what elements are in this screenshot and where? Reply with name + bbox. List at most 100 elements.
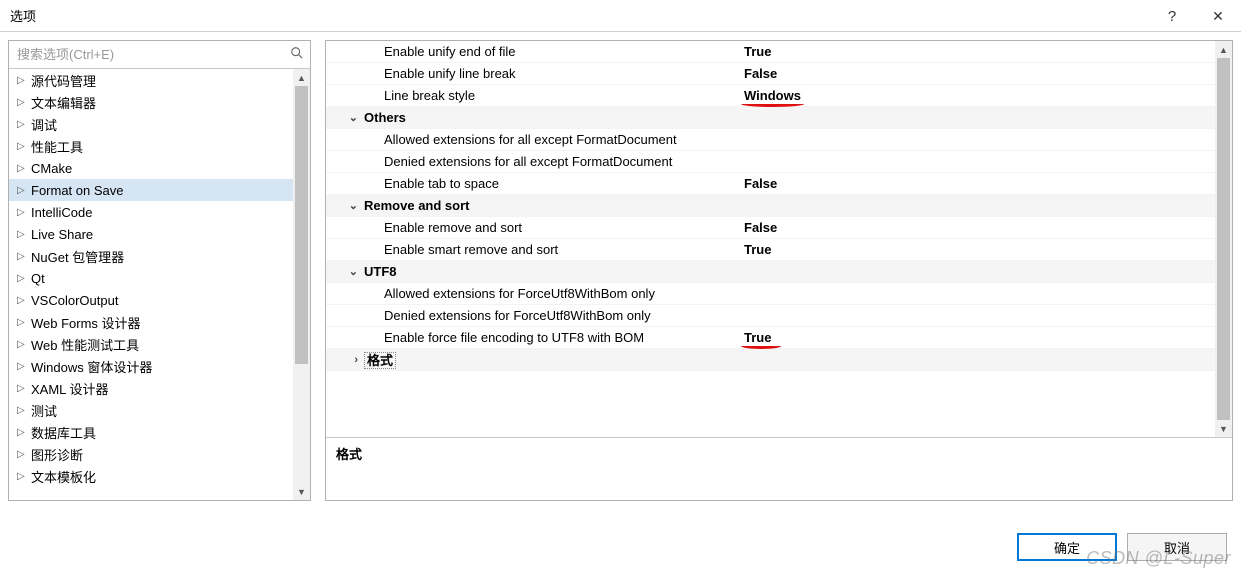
- property-grid[interactable]: Enable unify end of fileTrueEnable unify…: [326, 41, 1215, 437]
- property-row[interactable]: Enable force file encoding to UTF8 with …: [326, 327, 1215, 349]
- caret-right-icon: ▷: [17, 229, 27, 240]
- property-row[interactable]: Enable smart remove and sortTrue: [326, 239, 1215, 261]
- description-title: 格式: [336, 444, 1222, 463]
- tree-item[interactable]: ▷ 源代码管理: [9, 69, 293, 91]
- scroll-track[interactable]: [1215, 58, 1232, 420]
- property-value[interactable]: Windows: [744, 88, 1215, 103]
- property-row[interactable]: Allowed extensions for all except Format…: [326, 129, 1215, 151]
- property-label: Remove and sort: [364, 198, 1215, 213]
- help-button[interactable]: ?: [1149, 0, 1195, 32]
- tree-item-label: VSColorOutput: [31, 293, 118, 308]
- property-row[interactable]: Enable tab to spaceFalse: [326, 173, 1215, 195]
- property-value[interactable]: True: [744, 242, 1215, 257]
- search-input[interactable]: [9, 41, 310, 68]
- right-panel: Enable unify end of fileTrueEnable unify…: [325, 40, 1233, 501]
- scroll-down-icon[interactable]: ▼: [1215, 420, 1232, 437]
- property-row[interactable]: Denied extensions for all except FormatD…: [326, 151, 1215, 173]
- scroll-track[interactable]: [293, 86, 310, 483]
- property-label: Others: [364, 110, 1215, 125]
- property-value[interactable]: False: [744, 220, 1215, 235]
- category-tree[interactable]: ▷ 源代码管理 ▷ 文本编辑器▷调试 ▷ 性能工具▷CMake▷Format on Sav…: [9, 69, 293, 500]
- property-row[interactable]: Enable remove and sortFalse: [326, 217, 1215, 239]
- tree-item-label: Live Share: [31, 227, 93, 242]
- caret-right-icon: ▷: [17, 141, 27, 152]
- tree-item[interactable]: ▷Format on Save: [9, 179, 293, 201]
- property-row[interactable]: Line break styleWindows: [326, 85, 1215, 107]
- property-value[interactable]: False: [744, 176, 1215, 191]
- caret-right-icon: ▷: [17, 273, 27, 284]
- category-row[interactable]: ⌄UTF8: [326, 261, 1215, 283]
- tree-item-label: 文本编辑器: [31, 93, 96, 112]
- scroll-down-icon[interactable]: ▼: [293, 483, 310, 500]
- property-value[interactable]: True: [744, 44, 1215, 59]
- caret-right-icon: ▷: [17, 361, 27, 372]
- tree-item[interactable]: ▷Web Forms 设计器: [9, 311, 293, 333]
- tree-item[interactable]: ▷IntelliCode: [9, 201, 293, 223]
- close-button[interactable]: ✕: [1195, 0, 1241, 32]
- category-row[interactable]: ⌄Remove and sort: [326, 195, 1215, 217]
- tree-item[interactable]: ▷ 文本编辑器: [9, 91, 293, 113]
- chevron-down-icon[interactable]: ⌄: [326, 111, 364, 124]
- property-row[interactable]: Denied extensions for ForceUtf8WithBom o…: [326, 305, 1215, 327]
- caret-right-icon: ▷: [17, 185, 27, 196]
- property-grid-wrap: Enable unify end of fileTrueEnable unify…: [326, 41, 1232, 438]
- tree-item-label: XAML 设计器: [31, 379, 109, 398]
- tree-item-label: Web Forms 设计器: [31, 313, 141, 332]
- tree-item[interactable]: ▷NuGet 包管理器: [9, 245, 293, 267]
- tree-item[interactable]: ▷ 数据库工具: [9, 421, 293, 443]
- chevron-down-icon[interactable]: ⌄: [326, 265, 364, 278]
- tree-item-label: 性能工具: [31, 137, 83, 156]
- caret-right-icon: ▷: [17, 251, 27, 262]
- tree-item[interactable]: ▷Windows 窗体设计器: [9, 355, 293, 377]
- tree-scrollbar[interactable]: ▲ ▼: [293, 69, 310, 500]
- caret-right-icon: ▷: [17, 339, 27, 350]
- tree-item[interactable]: ▷XAML 设计器: [9, 377, 293, 399]
- property-label: UTF8: [364, 264, 1215, 279]
- caret-right-icon: ▷: [17, 471, 27, 482]
- caret-right-icon: ▷: [17, 427, 27, 438]
- tree-item-label: Web 性能测试工具: [31, 335, 139, 354]
- tree-item[interactable]: ▷调试: [9, 113, 293, 135]
- property-row[interactable]: Enable unify end of fileTrue: [326, 41, 1215, 63]
- tree-item[interactable]: ▷ Web 性能测试工具: [9, 333, 293, 355]
- caret-right-icon: ▷: [17, 97, 27, 108]
- caret-right-icon: ▷: [17, 163, 27, 174]
- chevron-right-icon[interactable]: ›: [326, 354, 364, 366]
- ok-button[interactable]: 确定: [1017, 533, 1117, 561]
- caret-right-icon: ▷: [17, 75, 27, 86]
- tree-item-label: 文本模板化: [31, 467, 96, 486]
- scroll-thumb[interactable]: [295, 86, 308, 364]
- category-row[interactable]: ›格式: [326, 349, 1215, 371]
- tree-item-label: 源代码管理: [31, 71, 96, 90]
- cancel-button[interactable]: 取消: [1127, 533, 1227, 561]
- scroll-up-icon[interactable]: ▲: [293, 69, 310, 86]
- scroll-up-icon[interactable]: ▲: [1215, 41, 1232, 58]
- tree-item[interactable]: ▷ 性能工具: [9, 135, 293, 157]
- grid-scrollbar[interactable]: ▲ ▼: [1215, 41, 1232, 437]
- search-wrap: [9, 41, 310, 69]
- property-value[interactable]: False: [744, 66, 1215, 81]
- titlebar: 选项 ? ✕: [0, 0, 1241, 32]
- property-label: Denied extensions for all except FormatD…: [364, 154, 744, 169]
- tree-item[interactable]: ▷ 文本模板化: [9, 465, 293, 487]
- property-label: Enable tab to space: [364, 176, 744, 191]
- property-label: Denied extensions for ForceUtf8WithBom o…: [364, 308, 744, 323]
- property-row[interactable]: Allowed extensions for ForceUtf8WithBom …: [326, 283, 1215, 305]
- category-row[interactable]: ⌄Others: [326, 107, 1215, 129]
- tree-item[interactable]: ▷图形诊断: [9, 443, 293, 465]
- scroll-thumb[interactable]: [1217, 58, 1230, 420]
- content-area: ▷ 源代码管理 ▷ 文本编辑器▷调试 ▷ 性能工具▷CMake▷Format on Sav…: [0, 32, 1241, 509]
- search-icon[interactable]: [290, 46, 304, 64]
- tree-item[interactable]: ▷测试: [9, 399, 293, 421]
- property-value[interactable]: True: [744, 330, 1215, 345]
- tree-item[interactable]: ▷Qt: [9, 267, 293, 289]
- tree-item-label: 数据库工具: [31, 423, 96, 442]
- property-row[interactable]: Enable unify line breakFalse: [326, 63, 1215, 85]
- tree-item[interactable]: ▷VSColorOutput: [9, 289, 293, 311]
- property-label: Enable force file encoding to UTF8 with …: [364, 330, 744, 345]
- tree-item[interactable]: ▷CMake: [9, 157, 293, 179]
- tree-item[interactable]: ▷ Live Share: [9, 223, 293, 245]
- caret-right-icon: ▷: [17, 449, 27, 460]
- chevron-down-icon[interactable]: ⌄: [326, 199, 364, 212]
- caret-right-icon: ▷: [17, 405, 27, 416]
